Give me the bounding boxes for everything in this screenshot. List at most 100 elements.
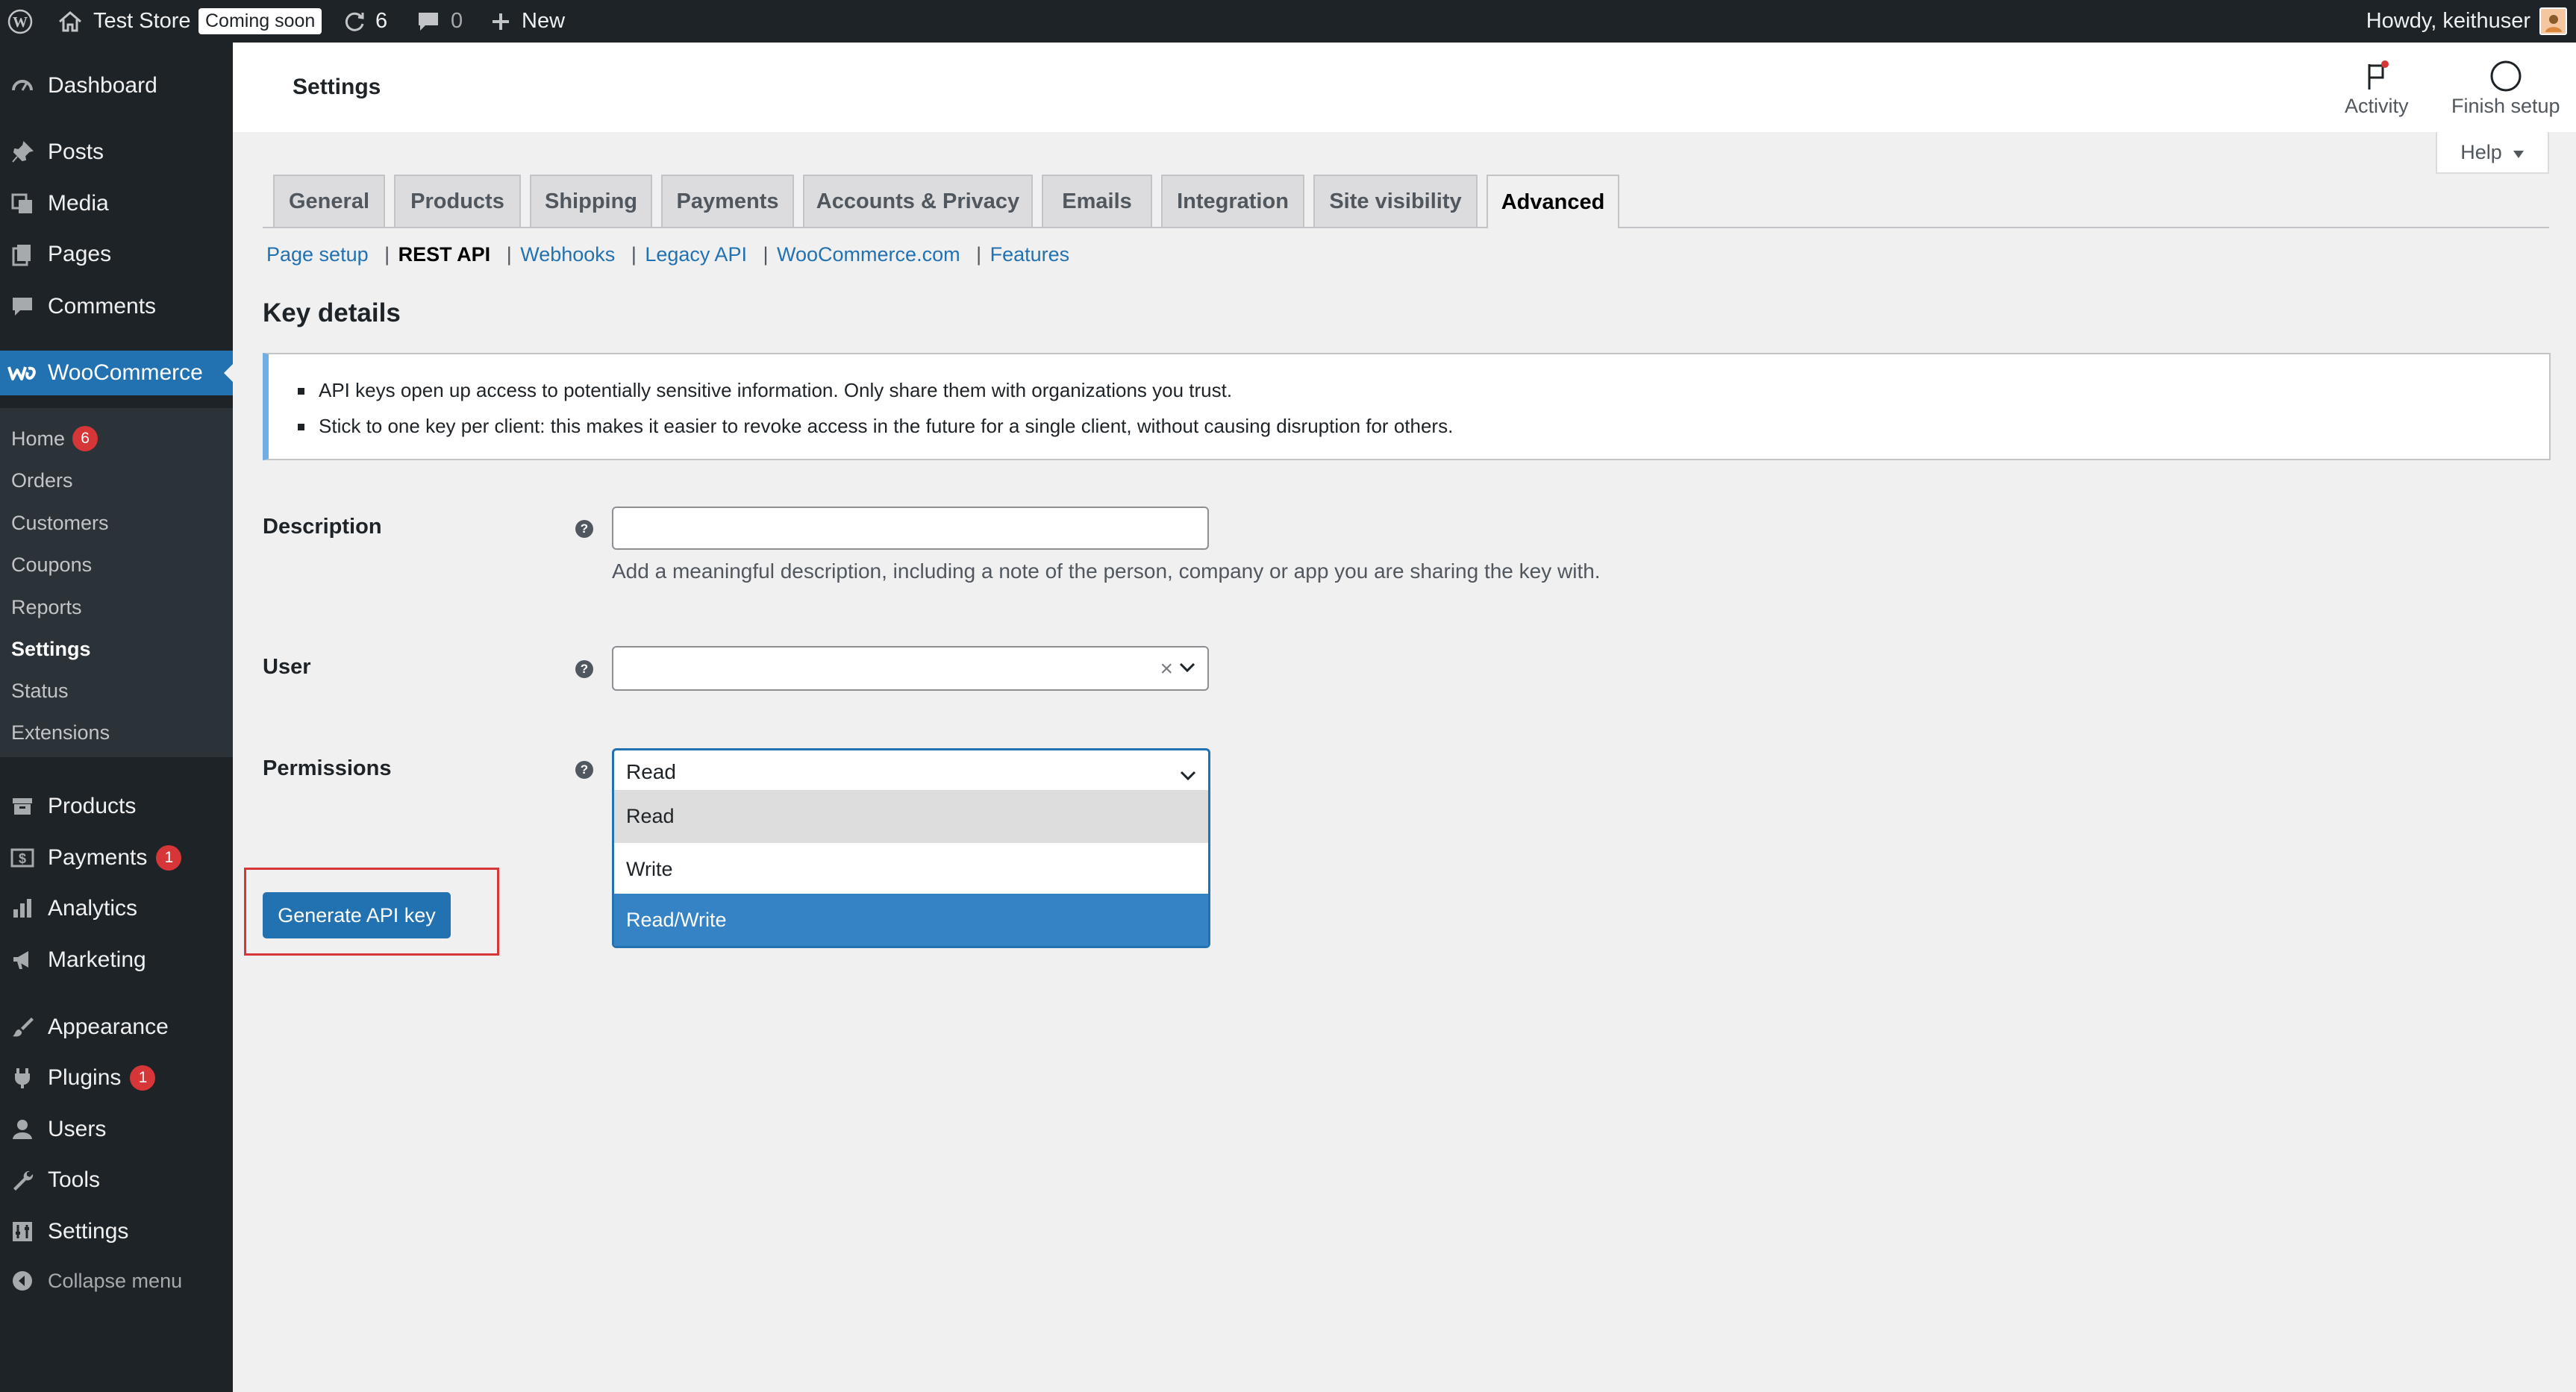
tab-products[interactable]: Products [394,175,521,227]
tab-emails[interactable]: Emails [1042,175,1152,227]
comments-link[interactable]: 0 [416,0,463,43]
coming-soon-badge[interactable]: Coming soon [198,8,322,34]
submenu-item-home[interactable]: Home 6 [11,424,99,454]
sidebar-item-analytics[interactable]: Analytics [0,886,233,931]
advanced-subnav: Page setup | REST API | Webhooks | Legac… [266,243,1069,266]
submenu-item-coupons[interactable]: Coupons [11,550,92,580]
collapse-icon [0,1269,45,1293]
site-name: Test Store [93,9,191,33]
clear-icon[interactable]: × [1160,656,1173,682]
help-button[interactable]: Help [2436,132,2549,174]
site-name-link[interactable]: Test Store [57,0,191,43]
comments-count: 0 [451,9,463,33]
sidebar-item-woocommerce[interactable]: WooCommerce [0,351,233,395]
chevron-down-icon[interactable] [1179,662,1195,677]
subnav-features[interactable]: Features [990,243,1070,266]
new-label: New [522,9,566,33]
user-label: User [263,655,311,679]
admin-bar: W Test Store Coming soon 6 0 New Howdy, … [0,0,2576,43]
generate-api-key-button[interactable]: Generate API key [263,892,451,938]
subnav-woocommerce-com[interactable]: WooCommerce.com [777,243,960,266]
tab-site-visibility[interactable]: Site visibility [1313,175,1478,227]
chevron-down-icon[interactable] [1180,762,1196,786]
sidebar-item-plugins[interactable]: Plugins 1 [0,1056,233,1100]
sidebar-item-comments[interactable]: Comments [0,284,233,329]
user-select[interactable]: × [612,646,1209,691]
chart-icon [0,897,45,921]
sidebar-item-settings[interactable]: Settings [0,1209,233,1254]
megaphone-icon [0,948,45,972]
account-menu[interactable]: Howdy, keithuser [2366,0,2567,43]
media-icon [0,192,45,216]
sidebar-item-pages[interactable]: Pages [0,232,233,277]
tab-advanced[interactable]: Advanced [1486,175,1619,228]
subnav-separator: | [763,243,769,266]
sidebar-item-marketing[interactable]: Marketing [0,938,233,982]
tab-accounts-privacy[interactable]: Accounts & Privacy [803,175,1033,227]
permissions-dropdown: Read Write Read/Write [612,790,1210,948]
notice-item: API keys open up access to potentially s… [297,379,1233,401]
tab-general[interactable]: General [273,175,385,227]
payments-badge: 1 [156,845,182,871]
submenu-item-customers[interactable]: Customers [11,508,109,538]
description-input[interactable] [612,507,1209,550]
svg-text:$: $ [19,851,26,866]
section-title: Key details [263,298,401,327]
payments-icon: $ [0,846,45,870]
comment-icon [0,295,45,319]
avatar [2539,7,2567,35]
user-icon [0,1117,45,1141]
permission-option-write[interactable]: Write [614,843,1208,896]
settings-tabs: General Products Shipping Payments Accou… [263,175,2549,228]
tab-payments[interactable]: Payments [661,175,794,227]
subnav-webhooks[interactable]: Webhooks [520,243,615,266]
submenu-item-extensions[interactable]: Extensions [11,718,110,747]
submenu-item-orders[interactable]: Orders [11,465,73,495]
woo-icon [0,364,45,382]
subnav-legacy-api[interactable]: Legacy API [645,243,747,266]
sidebar-item-media[interactable]: Media [0,181,233,226]
sidebar-item-posts[interactable]: Posts [0,130,233,175]
subnav-rest-api[interactable]: REST API [398,243,491,266]
wordpress-logo-icon[interactable]: W [7,0,33,43]
new-content-link[interactable]: New [490,0,565,43]
submenu-item-settings[interactable]: Settings [11,634,91,664]
brush-icon [0,1015,45,1039]
collapse-menu-button[interactable]: Collapse menu [0,1258,233,1303]
sidebar-item-users[interactable]: Users [0,1107,233,1152]
permission-option-read-write[interactable]: Read/Write [614,894,1208,946]
subnav-page-setup[interactable]: Page setup [266,243,369,266]
sidebar-item-dashboard[interactable]: Dashboard [0,63,233,108]
permissions-select[interactable]: Read [612,748,1210,790]
woocommerce-header: Settings Activity Finish setup [233,43,2576,132]
submenu-item-reports[interactable]: Reports [11,592,82,622]
help-tip-icon[interactable]: ? [575,520,593,538]
permissions-label: Permissions [263,756,392,780]
sidebar-item-appearance[interactable]: Appearance [0,1005,233,1050]
wrench-icon [0,1168,45,1192]
admin-sidebar: Dashboard Posts Media Pages Comments Woo… [0,43,233,1392]
dashboard-icon [0,74,45,98]
archive-icon [0,794,45,818]
description-label: Description [263,515,382,539]
flag-icon [2362,57,2392,95]
tab-shipping[interactable]: Shipping [530,175,652,227]
permissions-value: Read [626,760,676,783]
sidebar-item-tools[interactable]: Tools [0,1158,233,1203]
updates-link[interactable]: 6 [343,0,387,43]
help-tip-icon[interactable]: ? [575,761,593,779]
permission-option-read[interactable]: Read [614,790,1208,843]
subnav-separator: | [631,243,637,266]
help-tip-icon[interactable]: ? [575,660,593,678]
sidebar-item-products[interactable]: Products [0,784,233,829]
tab-integration[interactable]: Integration [1161,175,1304,227]
subnav-separator: | [506,243,512,266]
refresh-icon [343,10,366,34]
settings-icon [0,1220,45,1244]
finish-setup-button[interactable]: Finish setup [2451,57,2560,118]
plugin-icon [0,1066,45,1090]
sidebar-item-payments[interactable]: $ Payments 1 [0,835,233,880]
submenu-item-status[interactable]: Status [11,676,69,706]
activity-button[interactable]: Activity [2345,57,2409,118]
plus-icon [490,11,511,32]
